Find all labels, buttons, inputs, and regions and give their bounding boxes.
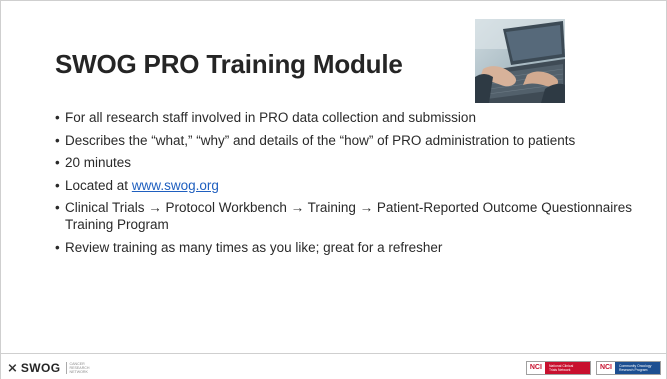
- slide: SWOG PRO Training Module • For all resea…: [0, 0, 667, 379]
- nci-mark: NCI: [599, 364, 612, 371]
- nci-ncorp-line-2: Research Program: [619, 368, 648, 372]
- bullet-staff: For all research staff involved in PRO d…: [55, 109, 655, 126]
- footer-divider: [1, 353, 666, 354]
- nci-ncorp-band: Community Oncology Research Program: [615, 362, 660, 374]
- nci-ncorp-logo: NCI Community Oncology Research Program: [595, 361, 661, 375]
- bullet-content: For all research staff involved in PRO d…: [55, 109, 655, 261]
- bullet-review: Review training as many times as you lik…: [55, 239, 655, 256]
- swog-website-link[interactable]: www.swog.org: [132, 178, 219, 193]
- swog-tagline: CANCER RESEARCH NETWORK: [65, 361, 90, 375]
- swog-x-icon: ⨯: [7, 360, 18, 375]
- location-label: Located at: [65, 177, 132, 193]
- swog-wordmark: SWOG: [20, 361, 61, 375]
- nci-logos: NCI National Clinical Trials Network NCI…: [525, 361, 661, 375]
- bullet-navigation-path: Clinical Trials → Protocol Workbench → T…: [55, 199, 655, 233]
- laptop-typing-photo: [475, 19, 565, 103]
- nci-nctn-band: National Clinical Trials Network: [544, 362, 590, 374]
- bullet-duration: 20 minutes: [55, 154, 655, 171]
- bullet-describes: Describes the “what,” “why” and details …: [55, 132, 655, 149]
- nci-nctn-logo: NCI National Clinical Trials Network: [525, 361, 591, 375]
- slide-title: SWOG PRO Training Module: [55, 49, 403, 79]
- swog-tagline-line-3: NETWORK: [69, 370, 88, 375]
- nci-nctn-line-2: Trials Network: [548, 368, 571, 372]
- nci-mark: NCI: [529, 364, 542, 371]
- bullet-list: For all research staff involved in PRO d…: [55, 109, 655, 256]
- swog-logo: ⨯ SWOG CANCER RESEARCH NETWORK: [7, 360, 90, 376]
- bullet-location: Located at www.swog.org: [55, 177, 655, 194]
- laptop-typing-illustration: [475, 19, 565, 103]
